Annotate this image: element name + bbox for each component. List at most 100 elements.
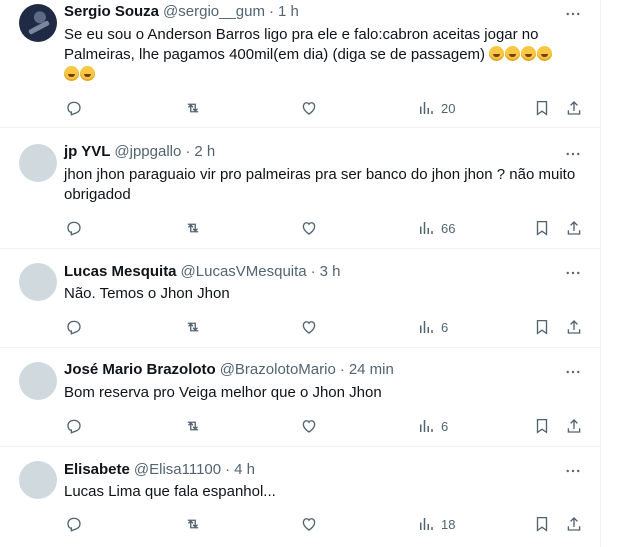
share-button[interactable] [565,416,583,436]
action-bar: 20 [0,98,600,118]
share-button[interactable] [565,514,583,534]
retweet-icon [184,318,202,336]
like-button[interactable] [300,98,318,118]
avatar[interactable] [19,461,57,499]
tweet[interactable]: Lucas Mesquita @LucasVMesquita · 3 h Não… [0,249,600,348]
like-button[interactable] [300,514,318,534]
share-icon [565,99,583,117]
avatar[interactable] [19,144,57,182]
more-icon[interactable] [563,263,583,283]
share-icon [565,515,583,533]
share-button[interactable] [565,218,583,238]
bookmark-icon [533,318,551,336]
rofl-emoji [489,46,553,63]
tweet[interactable]: Sergio Souza @sergio__gum · 1 h Se eu so… [0,0,600,128]
more-icon[interactable] [563,144,583,164]
action-bar: 18 [0,514,600,534]
retweet-button[interactable] [184,218,202,238]
views-icon [417,417,435,435]
bookmark-button[interactable] [533,317,551,337]
reply-button[interactable] [65,416,83,436]
view-count: 18 [441,516,456,532]
reply-icon [65,99,83,117]
bookmark-icon [533,219,551,237]
timestamp[interactable]: 3 h [320,262,341,282]
tweet-text: Se eu sou o Anderson Barros ligo pra ele… [64,25,579,85]
avatar[interactable] [19,362,57,400]
author-name[interactable]: Elisabete [64,460,130,480]
share-button[interactable] [565,98,583,118]
views-icon [417,99,435,117]
reply-feed: Sergio Souza @sergio__gum · 1 h Se eu so… [0,0,601,547]
bookmark-button[interactable] [533,218,551,238]
retweet-button[interactable] [184,514,202,534]
separator: · [185,143,191,160]
retweet-button[interactable] [184,98,202,118]
more-icon[interactable] [563,4,583,24]
share-button[interactable] [565,317,583,337]
retweet-button[interactable] [184,317,202,337]
avatar[interactable] [19,263,57,301]
separator: · [339,361,345,378]
timestamp[interactable]: 4 h [234,460,255,480]
author-name[interactable]: José Mario Brazoloto [64,360,216,380]
retweet-icon [184,417,202,435]
reply-button[interactable] [65,317,83,337]
author-handle[interactable]: @LucasVMesquita [181,262,307,282]
like-button[interactable] [300,416,318,436]
like-button[interactable] [300,317,318,337]
like-button[interactable] [300,218,318,238]
like-icon [300,99,318,117]
author-name[interactable]: jp YVL [64,142,110,162]
reply-button[interactable] [65,514,83,534]
author-name[interactable]: Lucas Mesquita [64,262,177,282]
more-icon[interactable] [563,461,583,481]
view-count: 20 [441,100,456,116]
share-icon [565,417,583,435]
author-handle[interactable]: @sergio__gum [163,2,265,22]
view-count: 6 [441,319,449,335]
views-button[interactable]: 6 [417,416,448,436]
tweet[interactable]: Elisabete @Elisa11100 · 4 h Lucas Lima q… [0,447,600,547]
bookmark-icon [533,417,551,435]
author-handle[interactable]: @jppgallo [114,142,181,162]
action-bar: 6 [0,416,600,436]
like-icon [300,318,318,336]
view-count: 66 [441,220,456,236]
author-handle[interactable]: @Elisa11100 [134,460,221,480]
author-handle[interactable]: @BrazolotoMario [220,360,336,380]
views-button[interactable]: 6 [417,317,448,337]
author-name[interactable]: Sergio Souza [64,2,159,22]
views-icon [417,318,435,336]
avatar[interactable] [19,4,57,42]
tweet-text: jhon jhon paraguaio vir pro palmeiras pr… [64,166,580,203]
reply-button[interactable] [65,98,83,118]
reply-icon [65,417,83,435]
more-icon[interactable] [563,362,583,382]
timestamp[interactable]: 2 h [194,142,215,162]
reply-button[interactable] [65,218,83,238]
tweet[interactable]: José Mario Brazoloto @BrazolotoMario · 2… [0,348,600,447]
separator: · [225,461,231,478]
timestamp[interactable]: 1 h [278,2,299,22]
bookmark-button[interactable] [533,98,551,118]
views-icon [417,219,435,237]
action-bar: 66 [0,218,600,238]
views-button[interactable]: 66 [417,218,455,238]
rofl-emoji [64,66,96,83]
views-button[interactable]: 18 [417,514,455,534]
share-icon [565,219,583,237]
timestamp[interactable]: 24 min [349,360,394,380]
views-button[interactable]: 20 [417,98,455,118]
bookmark-button[interactable] [533,514,551,534]
share-icon [565,318,583,336]
views-icon [417,515,435,533]
retweet-icon [184,219,202,237]
tweet-text: Não. Temos o Jhon Jhon [64,285,230,302]
retweet-button[interactable] [184,416,202,436]
bookmark-button[interactable] [533,416,551,436]
reply-icon [65,515,83,533]
bookmark-icon [533,515,551,533]
action-bar: 6 [0,317,600,337]
tweet[interactable]: jp YVL @jppgallo · 2 h jhon jhon paragua… [0,128,600,249]
